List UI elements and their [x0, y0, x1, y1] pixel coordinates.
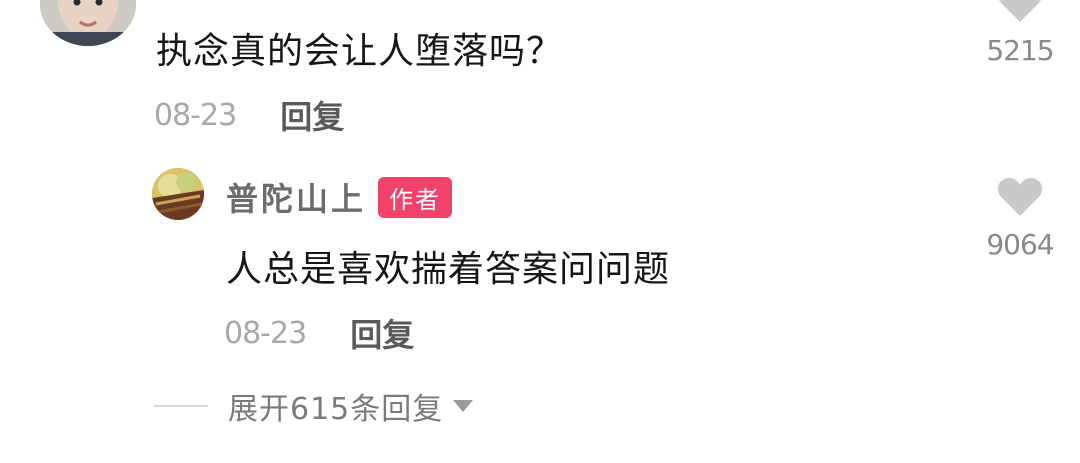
caret-down-icon[interactable] — [453, 400, 474, 412]
reply-meta: 08-23 回复 — [224, 310, 414, 356]
comment-meta: 08-23 回复 — [154, 92, 344, 138]
expand-replies[interactable]: 展开615条回复 — [154, 384, 474, 428]
reply-like: 9064 — [975, 176, 1065, 261]
heart-icon[interactable] — [997, 0, 1043, 24]
expand-replies-label[interactable]: 展开615条回复 — [228, 384, 443, 428]
comment-reply-button[interactable]: 回复 — [280, 92, 344, 138]
comment-thread: 执念真的会让人堕落吗？ 08-23 回复 5215 普陀山上 作者 人总是喜欢揣… — [0, 0, 1080, 463]
author-badge: 作者 — [378, 176, 453, 218]
comment-like-count: 5215 — [986, 34, 1054, 67]
reply-header: 普陀山上 作者 — [226, 174, 453, 220]
comment-text: 执念真的会让人堕落吗？ — [156, 31, 564, 72]
divider-line — [154, 405, 208, 407]
reply-text: 人总是喜欢揣着答案问问题 — [226, 249, 671, 290]
commenter-avatar[interactable] — [40, 0, 136, 46]
boat-landscape-image — [152, 168, 204, 220]
heart-icon[interactable] — [997, 176, 1043, 218]
comment-like: 5215 — [975, 0, 1065, 67]
reply-avatar[interactable] — [152, 168, 204, 220]
comment-date: 08-23 — [154, 97, 237, 133]
reply-reply-button[interactable]: 回复 — [350, 310, 414, 356]
reply-like-count: 9064 — [986, 228, 1054, 261]
reply-date: 08-23 — [224, 315, 307, 351]
child-portrait-image — [40, 0, 136, 46]
reply-username[interactable]: 普陀山上 — [226, 174, 366, 220]
